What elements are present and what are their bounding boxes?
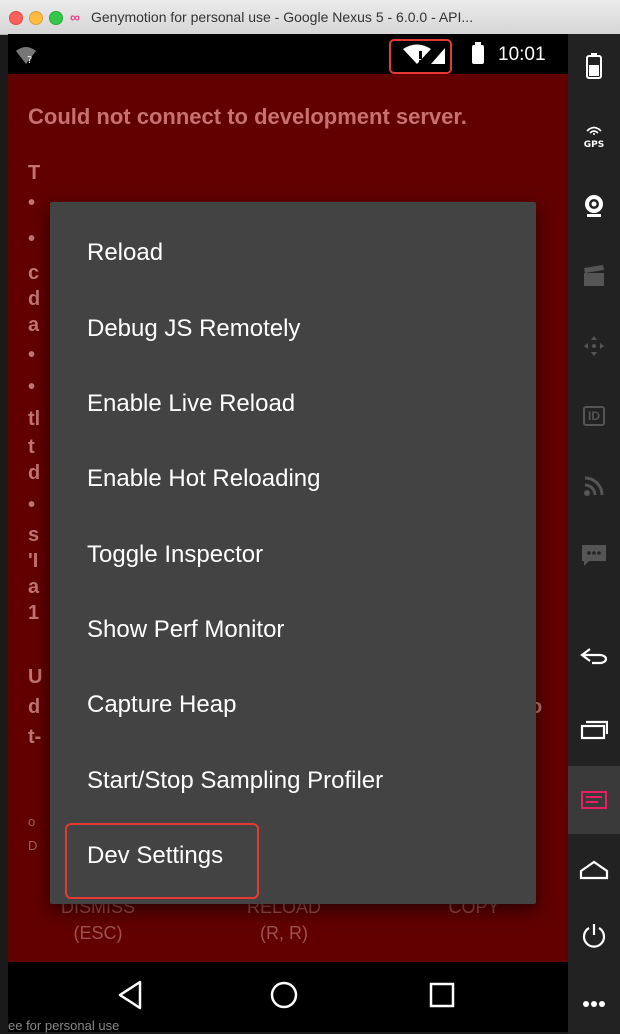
genymotion-icon: ∞	[70, 9, 80, 25]
menu-item-label: Reload	[87, 238, 164, 266]
menu-button[interactable]	[568, 766, 620, 834]
webcam-widget-button[interactable]	[568, 176, 620, 236]
close-window-button[interactable]	[9, 11, 23, 25]
menu-item-enable-hot-reloading[interactable]: Enable Hot Reloading	[50, 441, 536, 516]
bg-text-fragment: o	[28, 814, 36, 829]
status-time: 10:01	[498, 44, 546, 65]
move-arrows-icon	[584, 336, 604, 356]
bg-text-fragment: •	[28, 494, 36, 516]
menu-item-dev-settings[interactable]: Dev Settings	[50, 818, 536, 893]
battery-icon	[586, 53, 602, 79]
wifi-alert-icon	[403, 44, 431, 64]
bg-text-fragment: a	[28, 576, 40, 598]
bg-text-fragment: •	[28, 344, 36, 366]
gps-signal-icon	[586, 126, 602, 135]
bg-text-fragment: t	[28, 436, 35, 458]
back-nav-icon[interactable]	[117, 980, 143, 1010]
genymotion-watermark: ee for personal use	[8, 1018, 120, 1033]
bg-text-fragment: •	[28, 376, 36, 398]
dismiss-button-shortcut: (ESC)	[73, 923, 123, 943]
power-icon	[582, 924, 606, 948]
battery-widget-button[interactable]	[568, 36, 620, 96]
bg-text-fragment: tl	[28, 408, 41, 430]
sms-widget-button[interactable]	[568, 526, 620, 586]
bg-text-fragment: c	[28, 262, 40, 284]
window-title: Genymotion for personal use - Google Nex…	[91, 9, 474, 25]
bg-text-fragment: T	[28, 162, 41, 184]
more-options-button[interactable]	[568, 974, 620, 1034]
menu-item-debug-js-remotely[interactable]: Debug JS Remotely	[50, 291, 536, 366]
menu-item-label: Capture Heap	[87, 690, 237, 718]
gps-widget-button[interactable]: GPS	[568, 106, 620, 166]
menu-item-toggle-inspector[interactable]: Toggle Inspector	[50, 517, 536, 592]
bg-text-fragment: 'I	[28, 550, 39, 572]
bg-text-fragment: d	[28, 462, 41, 484]
back-button[interactable]	[568, 626, 620, 686]
bg-text-fragment: •	[28, 192, 36, 214]
dpad-widget-button[interactable]	[568, 316, 620, 376]
svg-text:?: ?	[27, 55, 32, 66]
status-bar: ? 10:01	[8, 34, 568, 74]
power-button[interactable]	[568, 906, 620, 966]
wifi-unknown-icon: ?	[16, 47, 36, 66]
bg-text-fragment: 1	[28, 602, 40, 624]
webcam-icon	[585, 195, 603, 217]
home-button[interactable]	[568, 840, 620, 900]
bg-text-fragment: •	[28, 228, 36, 250]
bg-text-fragment: d	[28, 288, 41, 310]
more-dots-icon	[583, 1001, 605, 1007]
bg-text-fragment: D	[28, 838, 38, 853]
menu-item-label: Debug JS Remotely	[87, 314, 301, 342]
home-icon	[579, 860, 609, 880]
menu-item-sampling-profiler[interactable]: Start/Stop Sampling Profiler	[50, 743, 536, 818]
rss-icon	[584, 476, 604, 496]
menu-item-capture-heap[interactable]: Capture Heap	[50, 667, 536, 742]
device-screen: ? 10:01 Could not connect to development…	[8, 34, 568, 1032]
cast-widget-button[interactable]	[568, 456, 620, 516]
recents-nav-icon[interactable]	[428, 980, 456, 1010]
menu-item-label: Toggle Inspector	[87, 540, 264, 568]
minimize-window-button[interactable]	[29, 11, 43, 25]
zoom-window-button[interactable]	[49, 11, 63, 25]
id-icon: ID	[583, 406, 605, 426]
window-titlebar: ∞ Genymotion for personal use - Google N…	[0, 0, 620, 35]
bg-text-fragment: t-	[28, 726, 42, 748]
genymotion-toolbar: GPS ID	[568, 34, 620, 1034]
menu-icon	[581, 791, 607, 809]
dev-menu-dialog: Reload Debug JS Remotely Enable Live Rel…	[50, 202, 536, 904]
menu-item-label: Start/Stop Sampling Profiler	[87, 766, 384, 794]
reload-button-shortcut: (R, R)	[260, 923, 308, 943]
menu-item-label: Dev Settings	[87, 841, 224, 869]
bg-text-fragment: a	[28, 314, 40, 336]
menu-item-label: Show Perf Monitor	[87, 615, 285, 643]
recent-apps-button[interactable]	[568, 700, 620, 760]
menu-item-label: Enable Live Reload	[87, 389, 296, 417]
recent-apps-icon	[580, 720, 608, 740]
back-arrow-icon	[580, 648, 608, 665]
error-title: Could not connect to development server.	[28, 104, 467, 129]
device-id-widget-button[interactable]: ID	[568, 386, 620, 446]
menu-item-reload[interactable]: Reload	[50, 215, 536, 290]
capture-widget-button[interactable]	[568, 246, 620, 306]
gps-label: GPS	[583, 140, 605, 150]
menu-item-show-perf-monitor[interactable]: Show Perf Monitor	[50, 592, 536, 667]
home-nav-icon[interactable]	[269, 980, 299, 1010]
menu-item-label: Enable Hot Reloading	[87, 464, 321, 492]
chat-bubble-icon	[582, 545, 606, 566]
cell-signal-icon	[431, 48, 445, 64]
clapperboard-icon	[584, 265, 604, 286]
bg-text-fragment: s	[28, 524, 40, 546]
bg-text-fragment: d	[28, 696, 41, 718]
battery-icon	[472, 42, 484, 64]
id-label: ID	[588, 409, 600, 423]
menu-item-enable-live-reload[interactable]: Enable Live Reload	[50, 366, 536, 441]
bg-text-fragment: U	[28, 666, 43, 688]
